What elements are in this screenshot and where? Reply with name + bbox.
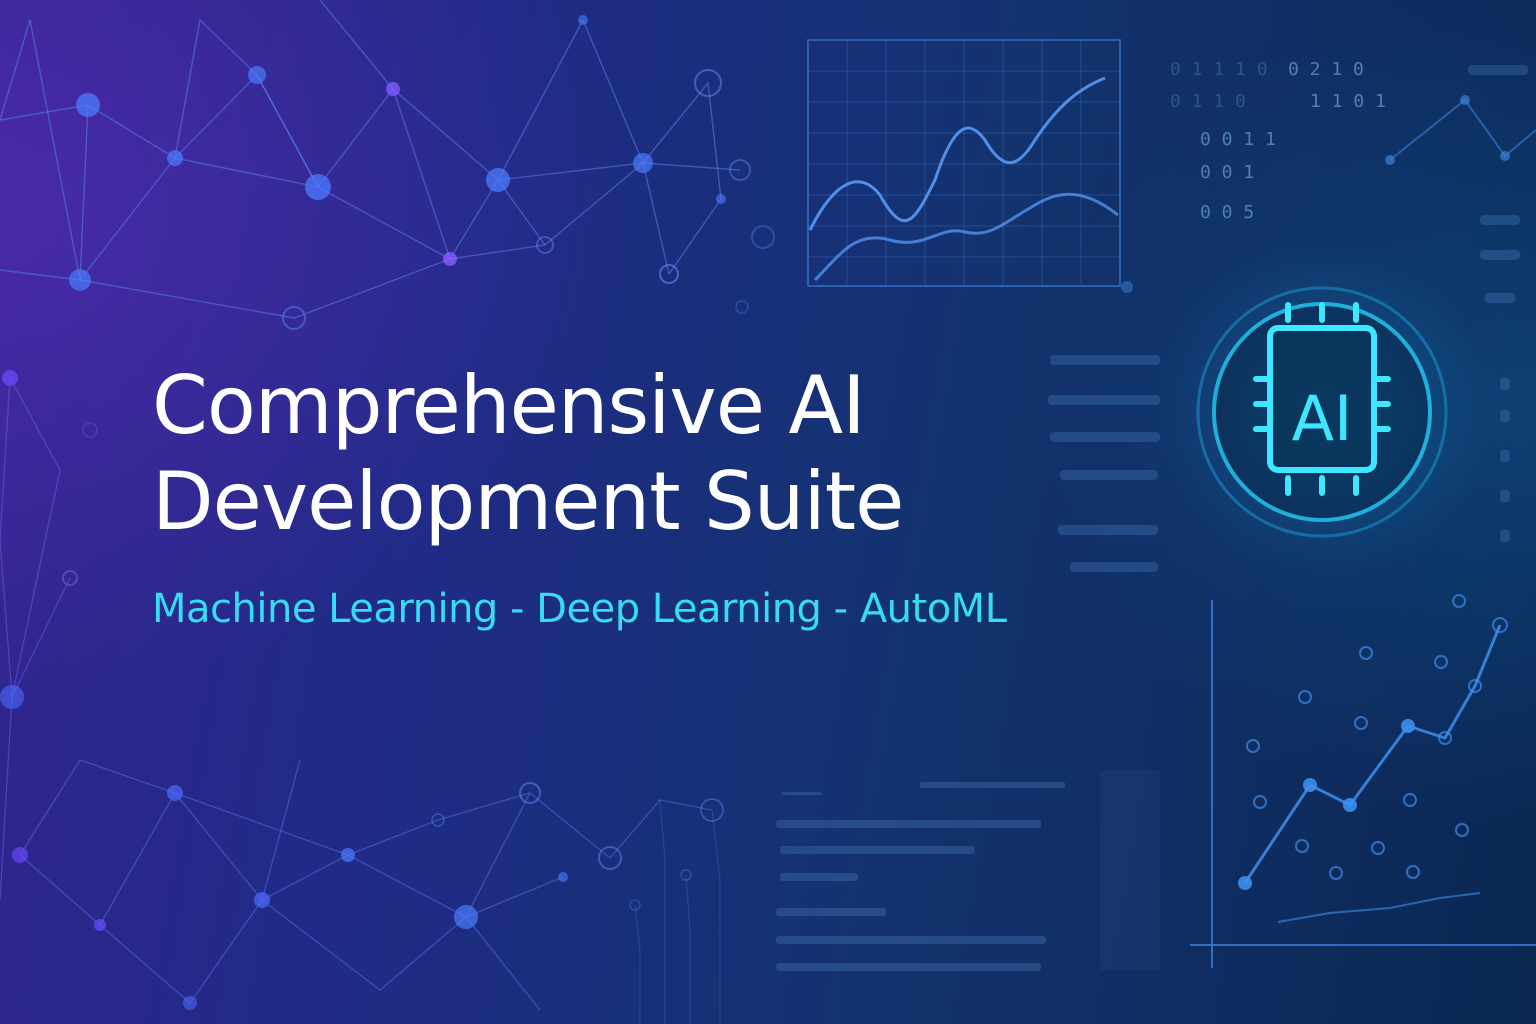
ai-badge-label: AI (1292, 382, 1353, 455)
hero-title-line2: Development Suite (152, 455, 904, 548)
banner: 0 1 1 1 0 0 1 1 0 0 2 1 0 1 1 0 1 0 0 1 … (0, 0, 1536, 1024)
hero: Comprehensive AI Development Suite Machi… (152, 358, 1052, 634)
hero-title: Comprehensive AI Development Suite (152, 358, 1052, 550)
hero-subtitle: Machine Learning - Deep Learning - AutoM… (152, 586, 1007, 632)
hero-title-line1: Comprehensive AI (152, 359, 866, 452)
